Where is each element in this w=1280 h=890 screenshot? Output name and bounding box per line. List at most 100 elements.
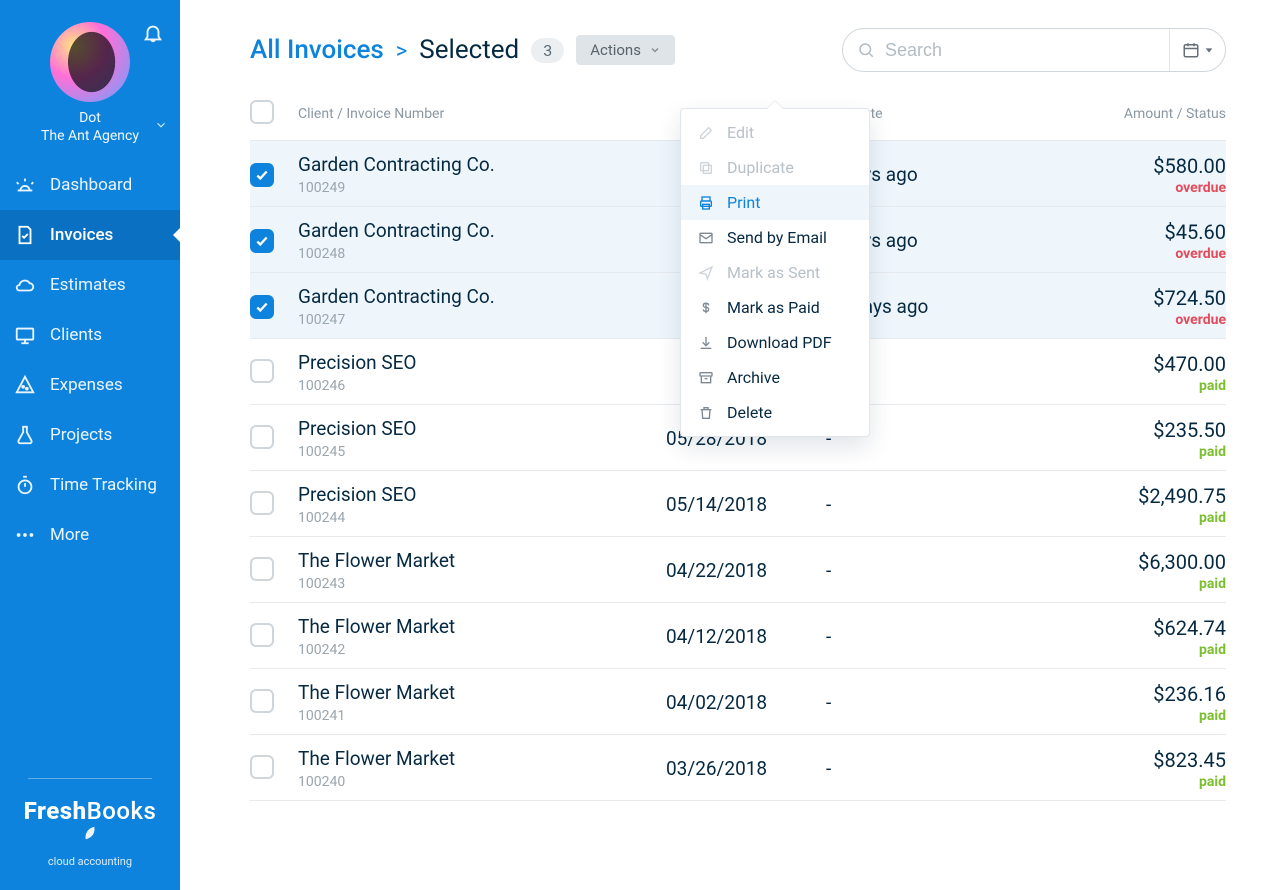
menu-item-download-pdf[interactable]: Download PDF: [681, 325, 869, 360]
page-title-link[interactable]: All Invoices: [250, 35, 384, 65]
sidebar-footer: FreshBooks cloud accounting: [0, 778, 180, 890]
invoice-number: 100241: [298, 708, 666, 724]
menu-item-edit: Edit: [681, 115, 869, 150]
row-checkbox[interactable]: [250, 425, 274, 449]
invoice-number: 100246: [298, 378, 666, 394]
nav-label: More: [50, 525, 89, 545]
select-all-checkbox[interactable]: [250, 100, 274, 124]
search-input[interactable]: [885, 40, 1155, 61]
date-filter-button[interactable]: [1169, 29, 1225, 71]
client-name: The Flower Market: [298, 747, 666, 770]
amount: $823.45: [1026, 748, 1226, 772]
row-checkbox[interactable]: [250, 557, 274, 581]
client-name: Garden Contracting Co.: [298, 153, 666, 176]
invoice-number: 100244: [298, 510, 666, 526]
row-checkbox[interactable]: [250, 229, 274, 253]
nav-label: Invoices: [50, 225, 113, 245]
selected-label: Selected: [419, 35, 519, 65]
actions-button[interactable]: Actions: [576, 35, 675, 65]
issued-date: 04/12/2018: [666, 625, 826, 648]
profile-block[interactable]: Dot The Ant Agency: [0, 0, 180, 150]
row-checkbox[interactable]: [250, 623, 274, 647]
menu-label: Send by Email: [727, 228, 827, 247]
menu-item-mark-as-sent: Mark as Sent: [681, 255, 869, 290]
menu-label: Print: [727, 193, 760, 212]
amount: $470.00: [1026, 352, 1226, 376]
menu-icon: [697, 265, 715, 281]
row-checkbox[interactable]: [250, 295, 274, 319]
user-name: Dot: [0, 110, 180, 126]
invoice-number: 100249: [298, 180, 666, 196]
due-date: -: [826, 493, 1026, 516]
client-name: Precision SEO: [298, 351, 666, 374]
menu-label: Duplicate: [727, 158, 794, 177]
menu-icon: [697, 195, 715, 211]
col-amount[interactable]: Amount / Status: [1026, 106, 1226, 122]
menu-icon: [697, 370, 715, 386]
invoice-number: 100242: [298, 642, 666, 658]
table-row[interactable]: The Flower Market10024003/26/2018-$823.4…: [250, 735, 1226, 801]
menu-label: Delete: [727, 403, 772, 422]
breadcrumb-chevron: >: [396, 39, 408, 64]
nav-label: Estimates: [50, 275, 126, 295]
row-checkbox[interactable]: [250, 359, 274, 383]
invoice-number: 100245: [298, 444, 666, 460]
menu-label: Mark as Paid: [727, 298, 820, 317]
status-badge: paid: [1026, 444, 1226, 460]
status-badge: paid: [1026, 642, 1226, 658]
issued-date: 05/14/2018: [666, 493, 826, 516]
sidebar-item-clients[interactable]: Clients: [0, 310, 180, 360]
client-name: Garden Contracting Co.: [298, 219, 666, 242]
menu-icon: [697, 335, 715, 351]
avatar: [50, 22, 130, 102]
menu-label: Edit: [727, 123, 754, 142]
dots-icon: [14, 524, 36, 546]
sidebar-item-expenses[interactable]: Expenses: [0, 360, 180, 410]
caret-down-icon: [1204, 45, 1214, 55]
row-checkbox[interactable]: [250, 163, 274, 187]
menu-icon: [697, 160, 715, 176]
sidebar-item-more[interactable]: More: [0, 510, 180, 560]
page-header: All Invoices > Selected 3 Actions: [250, 28, 1226, 72]
menu-icon: [697, 230, 715, 246]
row-checkbox[interactable]: [250, 755, 274, 779]
menu-label: Mark as Sent: [727, 263, 820, 282]
table-row[interactable]: The Flower Market10024204/12/2018-$624.7…: [250, 603, 1226, 669]
sidebar-item-dashboard[interactable]: Dashboard: [0, 160, 180, 210]
menu-item-mark-as-paid[interactable]: Mark as Paid: [681, 290, 869, 325]
sidebar-item-estimates[interactable]: Estimates: [0, 260, 180, 310]
due-date: -: [826, 625, 1026, 648]
client-name: Precision SEO: [298, 417, 666, 440]
status-badge: paid: [1026, 774, 1226, 790]
row-checkbox[interactable]: [250, 689, 274, 713]
sidebar-item-projects[interactable]: Projects: [0, 410, 180, 460]
table-row[interactable]: Precision SEO10024405/14/2018-$2,490.75p…: [250, 471, 1226, 537]
menu-item-archive[interactable]: Archive: [681, 360, 869, 395]
table-row[interactable]: The Flower Market10024304/22/2018-$6,300…: [250, 537, 1226, 603]
amount: $45.60: [1026, 220, 1226, 244]
actions-label: Actions: [590, 41, 641, 59]
status-badge: paid: [1026, 510, 1226, 526]
client-name: Garden Contracting Co.: [298, 285, 666, 308]
table-row[interactable]: The Flower Market10024104/02/2018-$236.1…: [250, 669, 1226, 735]
status-badge: overdue: [1026, 312, 1226, 328]
menu-item-print[interactable]: Print: [681, 185, 869, 220]
calendar-icon: [1182, 41, 1200, 59]
status-badge: overdue: [1026, 246, 1226, 262]
sidebar-item-invoices[interactable]: Invoices: [0, 210, 180, 260]
due-date: -: [826, 757, 1026, 780]
brand-logo: FreshBooks: [14, 797, 166, 853]
col-client[interactable]: Client / Invoice Number: [298, 106, 666, 122]
agency-name: The Ant Agency: [0, 128, 180, 144]
menu-label: Download PDF: [727, 333, 832, 352]
selected-count-badge: 3: [531, 38, 564, 63]
issued-date: 03/26/2018: [666, 757, 826, 780]
menu-item-delete[interactable]: Delete: [681, 395, 869, 430]
amount: $6,300.00: [1026, 550, 1226, 574]
sidebar: Dot The Ant Agency Dashboard Invoices Es…: [0, 0, 180, 890]
sidebar-nav: Dashboard Invoices Estimates Clients Exp…: [0, 160, 180, 560]
row-checkbox[interactable]: [250, 491, 274, 515]
monitor-icon: [14, 324, 36, 346]
menu-item-send-by-email[interactable]: Send by Email: [681, 220, 869, 255]
sidebar-item-time-tracking[interactable]: Time Tracking: [0, 460, 180, 510]
